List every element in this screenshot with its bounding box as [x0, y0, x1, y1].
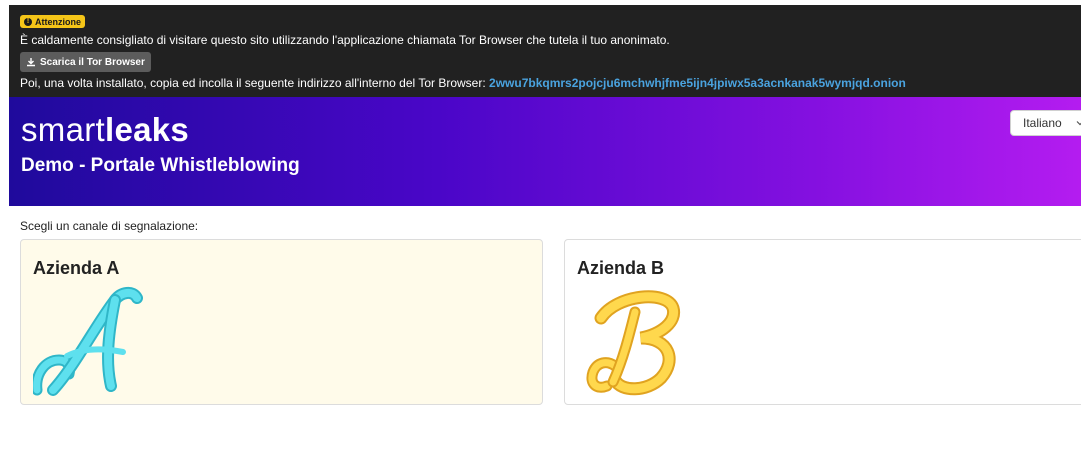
chevron-down-icon	[1076, 121, 1081, 126]
smartleaks-logo[interactable]: smartleaks	[21, 111, 189, 149]
channel-prompt: Scegli un canale di segnalazione:	[20, 219, 199, 233]
letter-b-logo	[586, 290, 681, 396]
page-title: Demo - Portale Whistleblowing	[21, 155, 300, 176]
logo-bold-text: leaks	[105, 111, 190, 148]
info-icon: !	[24, 17, 32, 26]
page-header: smartleaks Demo - Portale Whistleblowing…	[9, 97, 1081, 206]
logo-light-text: smart	[21, 111, 105, 148]
download-icon	[27, 58, 35, 67]
language-select[interactable]: Italiano	[1010, 110, 1081, 136]
channel-card-azienda-a[interactable]: Azienda A	[20, 239, 543, 405]
channel-card-title: Azienda B	[577, 258, 665, 278]
channel-card-title: Azienda A	[33, 258, 120, 278]
channel-card-azienda-b[interactable]: Azienda B	[564, 239, 1081, 405]
onion-address-link[interactable]: 2wwu7bkqmrs2pojcju6mchwhjfme5ijn4jpiwx5a…	[489, 76, 906, 90]
onion-instruction: Poi, una volta installato, copia ed inco…	[20, 76, 906, 90]
download-tor-browser-label: Scarica il Tor Browser	[40, 56, 145, 68]
download-tor-browser-button[interactable]: Scarica il Tor Browser	[20, 52, 151, 72]
attention-badge-label: Attenzione	[35, 16, 81, 27]
attention-badge: ! Attenzione	[20, 15, 85, 28]
tor-recommendation-text: È caldamente consigliato di visitare que…	[20, 33, 670, 47]
tor-warning-banner: ! Attenzione È caldamente consigliato di…	[9, 5, 1081, 97]
onion-instruction-text: Poi, una volta installato, copia ed inco…	[20, 76, 486, 90]
letter-a-logo	[33, 287, 143, 396]
language-selected-value: Italiano	[1023, 116, 1062, 130]
